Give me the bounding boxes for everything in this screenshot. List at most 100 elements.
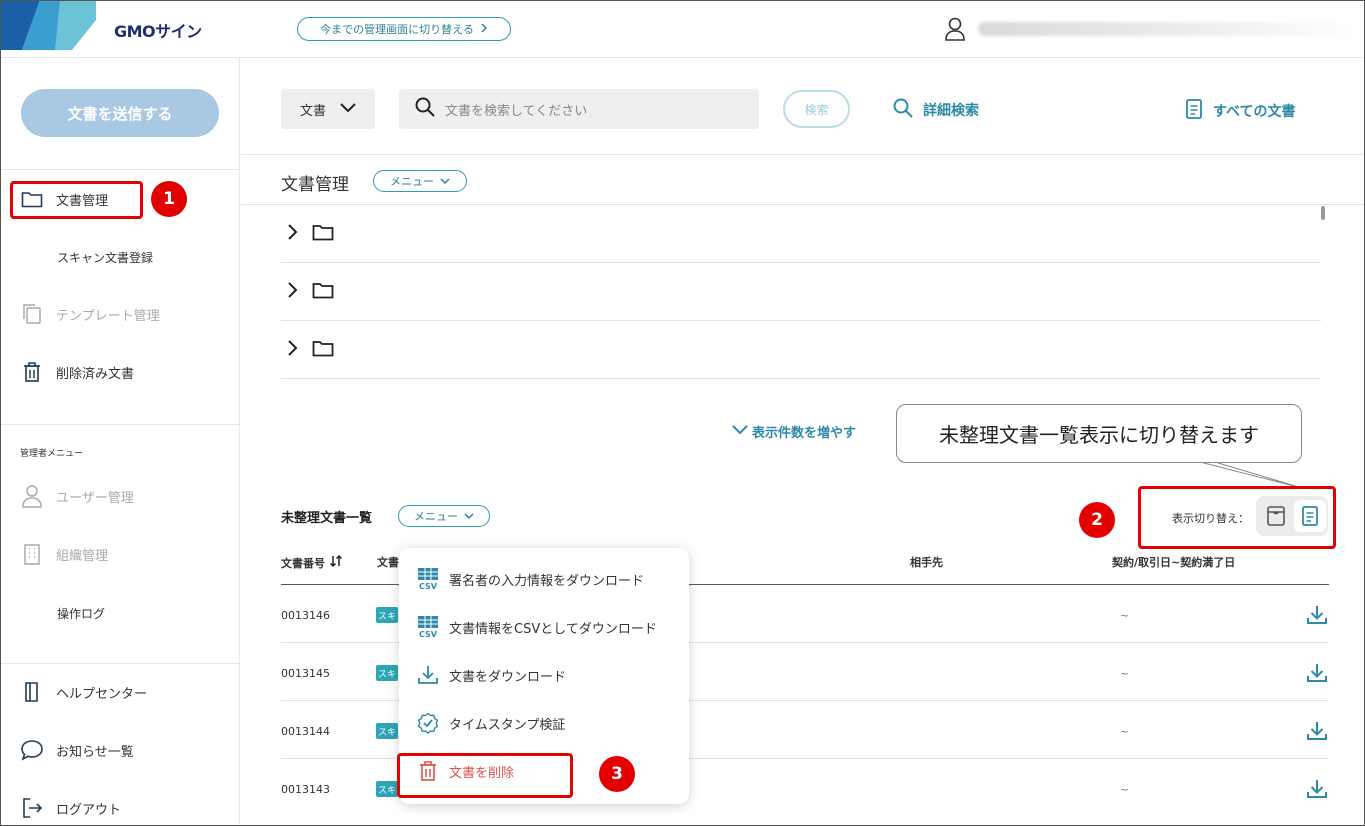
all-documents-label: すべての文書 (1213, 104, 1296, 120)
search-input[interactable]: 文書を検索してください (399, 89, 759, 129)
sidebar-item-organization[interactable]: 組織管理 (20, 541, 108, 567)
row-number: 0013144 (281, 725, 330, 738)
chevron-down-icon (340, 102, 356, 117)
switch-legacy-ui-label: 今までの管理画面に切り替える (320, 23, 474, 36)
row-number: 0013145 (281, 667, 330, 680)
download-icon[interactable] (1305, 719, 1329, 743)
chevron-right-icon[interactable] (286, 222, 298, 246)
annotation-badge-3: 3 (599, 756, 635, 792)
sidebar-item-logout-label: ログアウト (56, 802, 122, 818)
row-number: 0013146 (281, 609, 330, 622)
send-document-button[interactable]: 文書を送信する (21, 89, 219, 137)
folder-icon (312, 281, 334, 303)
row-divider (281, 262, 1321, 263)
sidebar-item-deleted-label: 削除済み文書 (56, 366, 135, 382)
download-icon[interactable] (1305, 661, 1329, 685)
unsorted-menu-button[interactable]: メニュー (398, 505, 490, 527)
doc-management-menu-button[interactable]: メニュー (373, 170, 467, 192)
sidebar-item-notices-label: お知らせ一覧 (56, 744, 134, 760)
document-icon (1185, 98, 1203, 124)
show-more-link[interactable]: 表示件数を増やす (732, 422, 856, 441)
status-badge: スキ (376, 781, 398, 797)
search-type-select[interactable]: 文書 (281, 89, 375, 129)
menu-item-download-doc-csv[interactable]: CSV 文書情報をCSVとしてダウンロード (417, 616, 657, 639)
menu-label: メニュー (414, 510, 458, 523)
chevron-down-icon (464, 510, 474, 523)
annotation-box-1 (10, 181, 143, 219)
chevron-down-icon (440, 175, 450, 188)
download-icon[interactable] (1305, 777, 1329, 801)
search-button[interactable]: 検索 (783, 90, 850, 128)
menu-item-label: 文書をダウンロード (449, 669, 567, 685)
menu-item-download-document[interactable]: 文書をダウンロード (417, 664, 566, 686)
all-documents-link[interactable]: すべての文書 (1185, 98, 1295, 124)
annotation-badge-1: 1 (151, 181, 187, 217)
advanced-search-link[interactable]: 詳細検索 (893, 98, 979, 122)
sidebar-item-users-label: ユーザー管理 (56, 490, 134, 506)
menu-item-download-signer-input[interactable]: CSV 署名者の入力情報をダウンロード (417, 568, 645, 591)
sidebar-item-templates[interactable]: テンプレート管理 (20, 301, 160, 327)
status-badge: スキ (376, 607, 398, 623)
sidebar-divider (0, 424, 240, 425)
admin-menu-caption: 管理者メニュー (20, 449, 84, 459)
menu-item-timestamp-verify[interactable]: タイムスタンプ検証 (417, 712, 565, 734)
sidebar-divider (0, 663, 240, 664)
sidebar-item-scan-register[interactable]: スキャン文書登録 (57, 249, 153, 266)
sidebar-item-users[interactable]: ユーザー管理 (20, 483, 134, 509)
sidebar-divider (0, 169, 240, 170)
doc-management-title: 文書管理 (281, 175, 349, 195)
search-bar: 文書 文書を検索してください 検索 詳細検索 すべての文書 (241, 58, 1365, 155)
sidebar-item-notices[interactable]: お知らせ一覧 (20, 737, 134, 763)
csv-icon: CSV (417, 616, 439, 639)
scrollbar[interactable] (1321, 206, 1325, 220)
status-badge: スキ (376, 665, 398, 681)
sidebar-item-logout[interactable]: ログアウト (20, 795, 121, 821)
row-number: 0013143 (281, 783, 330, 796)
folder-icon (312, 339, 334, 361)
folder-row[interactable] (286, 338, 334, 362)
menu-item-label: 署名者の入力情報をダウンロード (449, 573, 645, 589)
annotation-box-2 (1138, 486, 1336, 549)
folder-row[interactable] (286, 222, 334, 246)
svg-text:CSV: CSV (419, 582, 438, 591)
annotation-box-3 (397, 753, 573, 798)
search-placeholder: 文書を検索してください (445, 103, 588, 119)
svg-text:CSV: CSV (419, 630, 438, 639)
search-icon (415, 97, 435, 121)
sort-icon[interactable] (329, 554, 343, 571)
annotation-badge-2: 2 (1079, 502, 1115, 538)
row-date: ~ (1120, 667, 1130, 680)
chevron-right-icon[interactable] (286, 280, 298, 304)
csv-icon: CSV (417, 568, 439, 591)
folder-row[interactable] (286, 280, 334, 304)
row-date: ~ (1120, 783, 1130, 796)
column-header-number[interactable]: 文書番号 (281, 554, 343, 571)
template-icon (20, 302, 44, 326)
chevron-right-icon (480, 22, 488, 36)
user-icon[interactable] (944, 17, 966, 41)
sidebar-item-help-label: ヘルプセンター (56, 686, 148, 702)
sidebar-item-operation-log[interactable]: 操作ログ (57, 605, 105, 622)
column-header-name: 文書 (377, 556, 399, 569)
column-header-date: 契約/取引日~契約満了日 (1112, 556, 1236, 569)
chevron-down-icon (732, 424, 748, 439)
column-header-number-label: 文書番号 (281, 556, 325, 570)
user-icon (20, 484, 44, 508)
show-more-label: 表示件数を増やす (752, 426, 857, 441)
status-badge: スキ (376, 723, 398, 739)
switch-legacy-ui-button[interactable]: 今までの管理画面に切り替える (297, 17, 511, 41)
menu-item-label: タイムスタンプ検証 (449, 717, 566, 733)
callout-bubble: 未整理文書一覧表示に切り替えます (896, 404, 1302, 463)
download-icon[interactable] (1305, 603, 1329, 627)
row-divider (281, 320, 1321, 321)
building-icon (20, 542, 44, 566)
sidebar-item-templates-label: テンプレート管理 (56, 308, 160, 324)
logo-mark-icon (0, 0, 100, 50)
sidebar-item-help[interactable]: ヘルプセンター (20, 679, 147, 705)
sidebar-item-deleted[interactable]: 削除済み文書 (20, 359, 134, 385)
folder-icon (312, 223, 334, 245)
trash-icon (20, 360, 44, 384)
row-divider (281, 378, 1321, 379)
book-icon (20, 680, 44, 704)
chevron-right-icon[interactable] (286, 338, 298, 362)
